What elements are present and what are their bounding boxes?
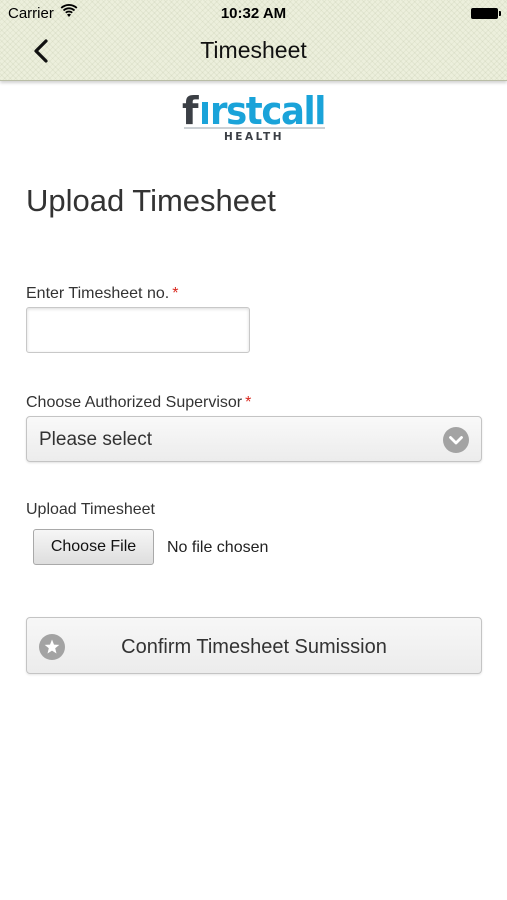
logo-brand-part1: f bbox=[182, 89, 199, 133]
logo-accent bbox=[202, 102, 208, 124]
logo-sub: HEALTH bbox=[224, 131, 284, 143]
timesheet-no-label: Enter Timesheet no. * bbox=[26, 285, 178, 303]
confirm-submission-button[interactable]: Confirm Timesheet Sumission bbox=[26, 617, 482, 674]
firstcall-health-logo: f rstcall HEALTH bbox=[182, 89, 327, 143]
clock: 10:32 AM bbox=[220, 5, 287, 22]
timesheet-no-label-text: Enter Timesheet no. bbox=[26, 285, 170, 302]
status-bar: Carrier 10:32 AM bbox=[0, 0, 507, 28]
supervisor-label: Choose Authorized Supervisor * bbox=[26, 394, 251, 412]
upload-label: Upload Timesheet bbox=[26, 501, 155, 518]
battery-icon bbox=[471, 8, 501, 19]
supervisor-label-text: Choose Authorized Supervisor bbox=[26, 394, 243, 411]
confirm-submission-label: Confirm Timesheet Sumission bbox=[121, 636, 387, 658]
supervisor-select[interactable]: Please select bbox=[26, 416, 482, 462]
choose-file-button[interactable]: Choose File bbox=[33, 529, 154, 565]
logo-brand-part2: rstcall bbox=[210, 89, 325, 133]
page-title: Upload Timesheet bbox=[26, 183, 276, 218]
supervisor-selected-value: Please select bbox=[39, 429, 153, 450]
chevron-down-circle-icon bbox=[443, 427, 469, 453]
required-mark: * bbox=[172, 285, 179, 302]
required-mark: * bbox=[245, 394, 252, 411]
timesheet-no-input[interactable] bbox=[26, 307, 250, 353]
file-status-text: No file chosen bbox=[167, 539, 269, 556]
top-bar: Carrier 10:32 AM Timesheet bbox=[0, 0, 507, 81]
nav-title: Timesheet bbox=[200, 37, 307, 63]
